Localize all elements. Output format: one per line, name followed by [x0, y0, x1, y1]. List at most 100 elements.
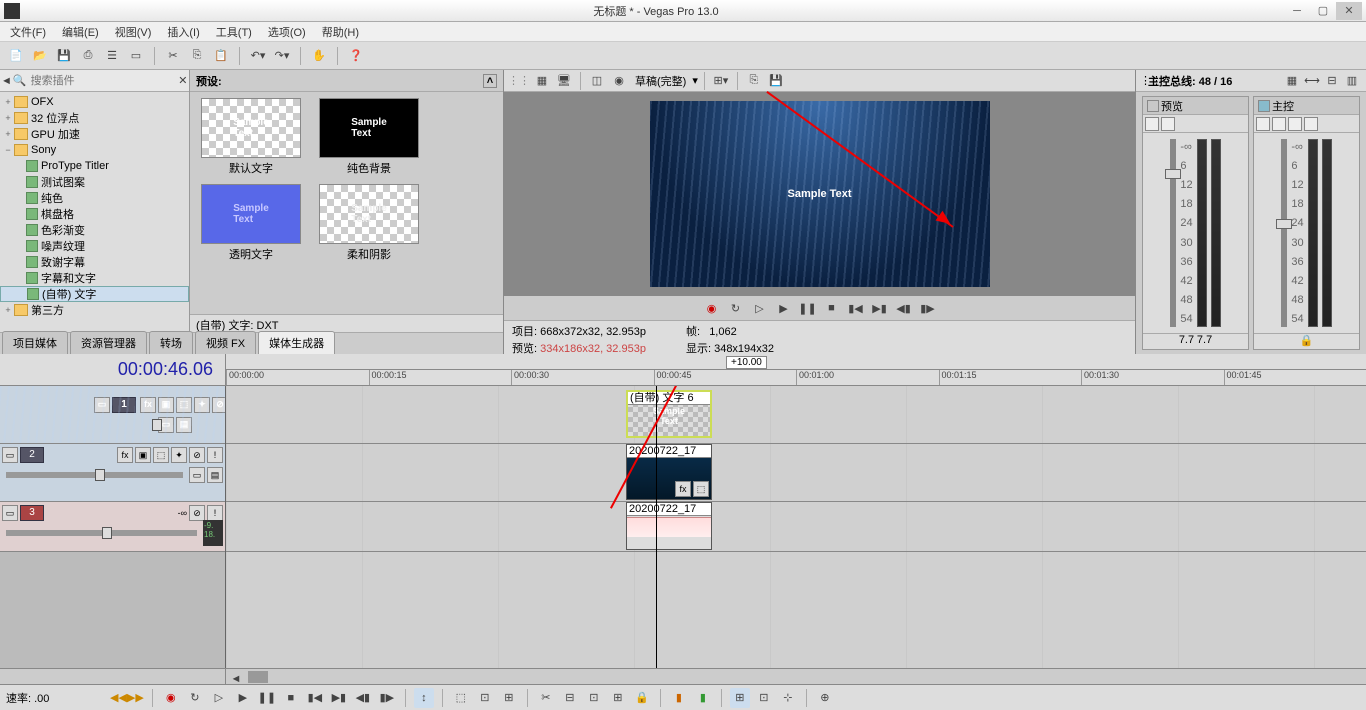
clip-text[interactable]: (自带) 文字 6 SampleText — [626, 390, 712, 438]
close-button[interactable]: ✕ — [1336, 2, 1362, 20]
clear-icon[interactable]: ✕ — [177, 71, 189, 91]
save-icon[interactable]: 💾 — [54, 46, 74, 66]
tree-item[interactable]: +32 位浮点 — [0, 110, 189, 126]
mixer-ic4[interactable]: ▥ — [1342, 71, 1362, 91]
browser-tab[interactable]: 项目媒体 — [2, 331, 68, 354]
mixer-ic3[interactable]: ⊟ — [1322, 71, 1342, 91]
minimize-button[interactable]: ─ — [1284, 2, 1310, 20]
clip-audio[interactable]: 20200722_17 — [626, 502, 712, 550]
browser-tab[interactable]: 资源管理器 — [70, 331, 147, 354]
undo-icon[interactable]: ↶▾ — [248, 46, 268, 66]
menu-file[interactable]: 文件(F) — [4, 22, 52, 42]
tree-item[interactable]: 色彩渐变 — [0, 222, 189, 238]
mixer-ic1[interactable]: ▦ — [1282, 71, 1302, 91]
tree-item[interactable]: −Sony — [0, 142, 189, 158]
track-header-1[interactable]: ▭ 1 fx ▣ ⬚ ✦ ⊘ ! ▭▤ — [0, 386, 226, 444]
step-back-icon[interactable]: ◀▮ — [895, 299, 913, 317]
record-icon[interactable]: ◉ — [703, 299, 721, 317]
playhead[interactable] — [656, 386, 657, 668]
copy-frame-icon[interactable]: ⎘ — [744, 71, 764, 91]
track-header-3[interactable]: ▭ 3 -∞ ⊘! -9. 18. — [0, 502, 225, 552]
scroll-left-icon[interactable]: ◄ — [226, 669, 246, 689]
quality-dropdown[interactable]: 草稿(完整) — [631, 73, 690, 89]
next-icon[interactable]: ▶▮ — [871, 299, 889, 317]
menu-view[interactable]: 视图(V) — [109, 22, 158, 42]
loop-icon[interactable]: ↻ — [727, 299, 745, 317]
preview-props-icon[interactable]: ▦ — [532, 71, 552, 91]
redo-icon[interactable]: ↷▾ — [272, 46, 292, 66]
tree-item[interactable]: 致谢字幕 — [0, 254, 189, 270]
menu-edit[interactable]: 编辑(E) — [56, 22, 105, 42]
stop-icon[interactable]: ■ — [823, 299, 841, 317]
tree-item[interactable]: 测试图案 — [0, 174, 189, 190]
tree-item[interactable]: 纯色 — [0, 190, 189, 206]
mute-icon[interactable] — [1161, 117, 1175, 131]
overlay-icon[interactable]: ◉ — [609, 71, 629, 91]
maximize-button[interactable]: ▢ — [1310, 2, 1336, 20]
event-fx-icon[interactable]: fx — [675, 481, 691, 497]
rate-box[interactable]: +10.00 — [726, 356, 767, 369]
fx-icon[interactable] — [1145, 117, 1159, 131]
shuttle-icon[interactable]: ◀◀▶▶ — [110, 691, 144, 704]
browser-tab[interactable]: 转场 — [149, 331, 193, 354]
motion-icon[interactable]: ⬚ — [176, 397, 192, 413]
prev-icon[interactable]: ▮◀ — [847, 299, 865, 317]
clip-video[interactable]: 20200722_17 fx⬚ — [626, 444, 712, 500]
menu-help[interactable]: 帮助(H) — [316, 22, 365, 42]
menu-insert[interactable]: 插入(I) — [161, 22, 205, 42]
timecode-display[interactable]: 00:00:46.06 — [0, 354, 226, 385]
save-frame-icon[interactable]: 💾 — [766, 71, 786, 91]
tree-item[interactable]: 字幕和文字 — [0, 270, 189, 286]
back-icon[interactable]: ◄ — [0, 71, 13, 91]
render-icon[interactable]: ⎙ — [78, 46, 98, 66]
browser-tab[interactable]: 视频 FX — [195, 331, 256, 354]
grid-icon[interactable]: ⊞▾ — [711, 71, 731, 91]
tree-item[interactable]: +OFX — [0, 94, 189, 110]
event-pan-icon[interactable]: ⬚ — [693, 481, 709, 497]
menu-options[interactable]: 选项(O) — [262, 22, 312, 42]
new-icon[interactable]: 📄 — [6, 46, 26, 66]
dropdown-icon[interactable]: ▾ — [692, 74, 698, 87]
preset-item[interactable]: SampleText纯色背景 — [314, 98, 424, 176]
select-icon[interactable]: ▭ — [126, 46, 146, 66]
properties-icon[interactable]: ☰ — [102, 46, 122, 66]
tree-item[interactable]: +GPU 加速 — [0, 126, 189, 142]
help-icon[interactable]: ❓ — [346, 46, 366, 66]
play-icon[interactable]: ▶ — [775, 299, 793, 317]
tree-item[interactable]: 棋盘格 — [0, 206, 189, 222]
search-input[interactable] — [27, 71, 177, 91]
tree-item[interactable]: ProType Titler — [0, 158, 189, 174]
tree-item[interactable]: +第三方 — [0, 302, 189, 318]
fader[interactable] — [1170, 139, 1176, 327]
cut-icon[interactable]: ✂ — [163, 46, 183, 66]
menu-tools[interactable]: 工具(T) — [210, 22, 258, 42]
play-start-icon[interactable]: ▷ — [751, 299, 769, 317]
paste-icon[interactable]: 📋 — [211, 46, 231, 66]
step-fwd-icon[interactable]: ▮▶ — [919, 299, 937, 317]
automation-icon[interactable]: ✦ — [194, 397, 210, 413]
track-lanes[interactable]: (自带) 文字 6 SampleText 20200722_17 fx⬚ 202… — [226, 386, 1366, 668]
preset-item[interactable]: SampleText柔和阴影 — [314, 184, 424, 262]
touch-icon[interactable]: ✋ — [309, 46, 329, 66]
open-icon[interactable]: 📂 — [30, 46, 50, 66]
hscrollbar[interactable] — [248, 671, 268, 683]
track-header-2[interactable]: ▭ 2 fx▣⬚✦⊘! ▭▤ — [0, 444, 225, 502]
external-monitor-icon[interactable]: 🖥 — [554, 71, 574, 91]
preset-item[interactable]: SampleText默认文字 — [196, 98, 306, 176]
browser-tab[interactable]: 媒体生成器 — [258, 331, 335, 354]
mute-icon[interactable]: ⊘ — [212, 397, 226, 413]
parent-icon[interactable]: ▤ — [176, 417, 192, 433]
pause-icon[interactable]: ❚❚ — [799, 299, 817, 317]
comp-icon[interactable]: ▣ — [158, 397, 174, 413]
preview-area[interactable]: Sample Text — [504, 92, 1135, 296]
fx-icon[interactable]: fx — [140, 397, 156, 413]
collapse-icon[interactable]: ˄ — [483, 74, 497, 88]
fader[interactable] — [1281, 139, 1287, 327]
tree-item[interactable]: (自带) 文字 — [0, 286, 189, 302]
plugin-tree[interactable]: ◄ 🔍 ✕ +OFX+32 位浮点+GPU 加速−SonyProType Tit… — [0, 70, 190, 332]
ruler-area[interactable]: +10.00 00:00:0000:00:1500:00:3000:00:450… — [226, 354, 1366, 385]
mixer-ic2[interactable]: ⟷ — [1302, 71, 1322, 91]
copy-icon[interactable]: ⎘ — [187, 46, 207, 66]
lock-icon[interactable]: 🔒 — [1300, 335, 1314, 347]
split-icon[interactable]: ◫ — [587, 71, 607, 91]
